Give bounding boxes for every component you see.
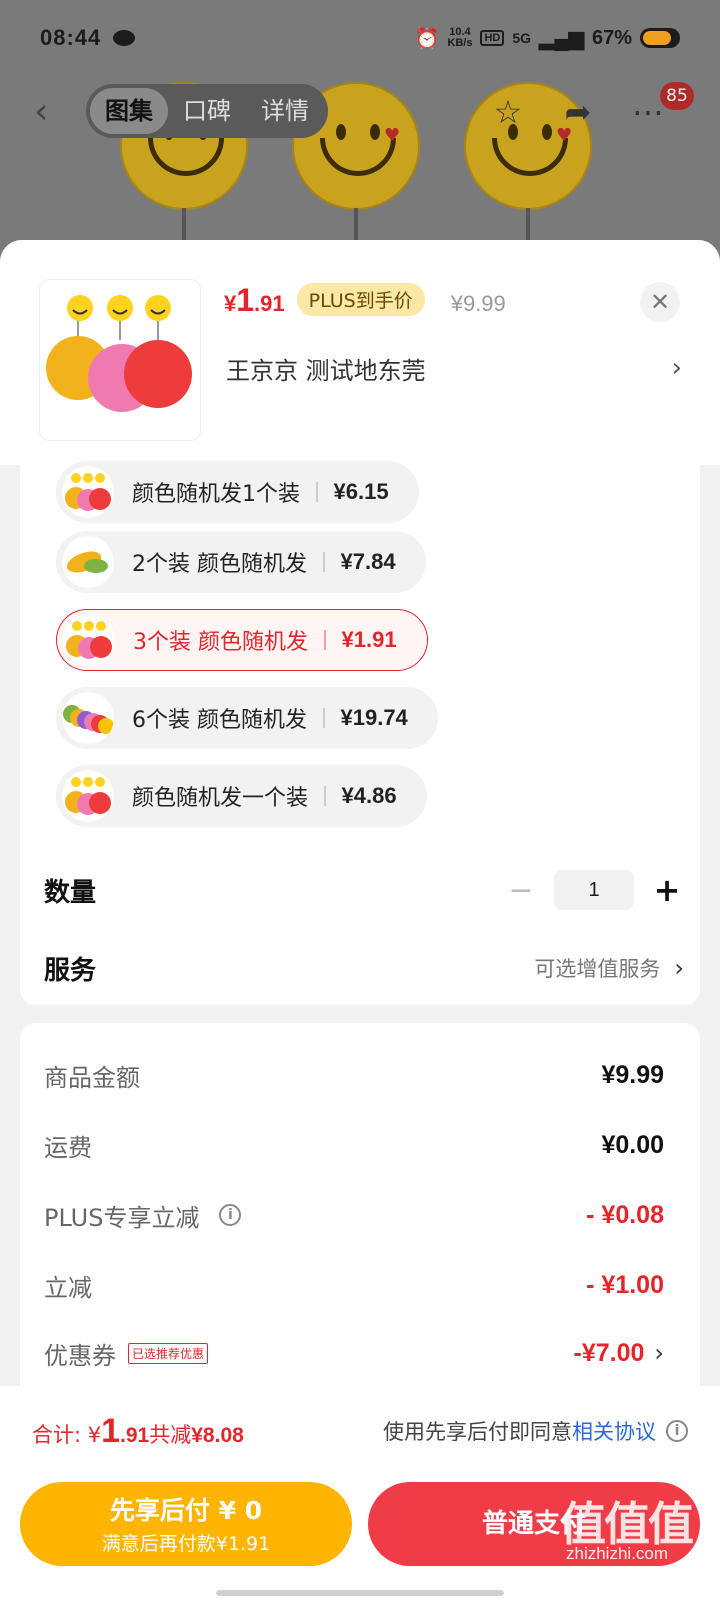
original-price: ¥9.99 bbox=[450, 291, 506, 316]
summary-row-coupon[interactable]: 优惠券 已选推荐优惠 -¥7.00 › bbox=[44, 1331, 664, 1375]
quantity-row: 数量 − 1 + bbox=[44, 865, 684, 915]
battery-percent: 67% bbox=[591, 26, 632, 49]
status-bar: 08:44 ⏰ 10.4 KB/s HD 5G ▂▄▆ 67% bbox=[0, 0, 720, 76]
tab-reviews[interactable]: 口碑 bbox=[168, 88, 246, 134]
chevron-right-icon: › bbox=[674, 954, 684, 982]
variant-panel: 颜色随机发1个装 ¥6.15 2个装 颜色随机发 ¥7.84 3个装 颜色随机发… bbox=[20, 461, 700, 1005]
pay-bar: 先享后付 ¥ 0 满意后再付款¥1.91 普通支付 值值值 zhizhizhi.… bbox=[0, 1476, 720, 1600]
network-speed: 10.4 KB/s bbox=[447, 26, 473, 49]
address-selector[interactable]: 王京京 测试地东莞 › bbox=[226, 348, 682, 388]
signal-5g-icon: 5G bbox=[512, 30, 532, 46]
service-row[interactable]: 服务 可选增值服务 › bbox=[44, 943, 684, 993]
summary-row-goods: 商品金额 ¥9.99 bbox=[44, 1060, 664, 1092]
share-icon[interactable]: ➦ bbox=[556, 92, 600, 132]
variant-label: 2个装 颜色随机发 bbox=[132, 552, 307, 577]
tab-gallery[interactable]: 图集 bbox=[90, 88, 168, 134]
current-price: ¥1.91 bbox=[224, 282, 285, 318]
chevron-right-icon: › bbox=[654, 1339, 664, 1367]
alarm-icon: ⏰ bbox=[414, 27, 440, 50]
variant-price: ¥1.91 bbox=[341, 627, 397, 652]
plus-price-badge: PLUS到手价 bbox=[296, 283, 425, 316]
summary-row-shipping: 运费 ¥0.00 bbox=[44, 1130, 664, 1162]
agreement-notice: 使用先享后付即同意 相关协议 i bbox=[383, 1416, 688, 1446]
order-total: 合计: ¥1.91 共减 ¥8.08 bbox=[32, 1411, 244, 1450]
sheet-header: ¥1.91 PLUS到手价 ¥9.99 ✕ 王京京 测试地东莞 › bbox=[0, 240, 720, 465]
quantity-label: 数量 bbox=[44, 877, 97, 908]
signal-bars-icon: ▂▄▆ bbox=[539, 27, 584, 50]
variant-price: ¥7.84 bbox=[340, 549, 396, 574]
total-bar: 合计: ¥1.91 共减 ¥8.08 使用先享后付即同意 相关协议 i bbox=[0, 1386, 720, 1476]
variant-thumbnail bbox=[62, 536, 114, 588]
tab-details[interactable]: 详情 bbox=[246, 88, 324, 134]
message-badge: 85 bbox=[660, 82, 694, 110]
variant-label: 颜色随机发1个装 bbox=[132, 482, 300, 507]
variant-option[interactable]: 6个装 颜色随机发 ¥19.74 bbox=[56, 687, 438, 749]
variant-option[interactable]: 颜色随机发一个装 ¥4.86 bbox=[56, 765, 427, 827]
variant-label: 6个装 颜色随机发 bbox=[132, 708, 307, 733]
info-icon[interactable]: i bbox=[219, 1204, 242, 1226]
product-tabs: 图集 口碑 详情 bbox=[86, 84, 328, 138]
variant-price: ¥4.86 bbox=[341, 783, 397, 808]
variant-thumbnail bbox=[62, 466, 114, 518]
quantity-input[interactable]: 1 bbox=[554, 870, 634, 910]
hd-icon: HD bbox=[480, 30, 505, 46]
chevron-right-icon: › bbox=[671, 353, 682, 383]
variant-thumbnail bbox=[62, 770, 114, 822]
close-button[interactable]: ✕ bbox=[640, 282, 680, 322]
variant-price: ¥6.15 bbox=[333, 479, 389, 504]
coupon-tag: 已选推荐优惠 bbox=[128, 1342, 209, 1364]
variant-price: ¥19.74 bbox=[340, 705, 408, 730]
variant-thumbnail bbox=[63, 614, 115, 666]
pay-later-button[interactable]: 先享后付 ¥ 0 满意后再付款¥1.91 bbox=[20, 1482, 352, 1566]
back-icon[interactable]: ‹ bbox=[34, 92, 70, 132]
service-label: 服务 bbox=[44, 955, 97, 986]
close-icon: ✕ bbox=[649, 288, 671, 316]
agreement-link[interactable]: 相关协议 bbox=[572, 1416, 656, 1446]
favorite-star-icon[interactable]: ☆ bbox=[486, 92, 530, 132]
address-text: 王京京 测试地东莞 bbox=[226, 356, 426, 385]
wechat-icon bbox=[113, 30, 136, 46]
product-thumbnail bbox=[40, 280, 200, 440]
service-hint: 可选增值服务 bbox=[534, 957, 661, 981]
home-indicator[interactable] bbox=[216, 1590, 504, 1596]
variant-option-selected[interactable]: 3个装 颜色随机发 ¥1.91 bbox=[56, 609, 428, 671]
price-row: ¥1.91 PLUS到手价 ¥9.99 bbox=[224, 282, 506, 320]
price-summary: 商品金额 ¥9.99 运费 ¥0.00 PLUS专享立减 i - ¥0.08 立… bbox=[20, 1023, 700, 1443]
summary-row-plus-discount: PLUS专享立减 i - ¥0.08 bbox=[44, 1200, 664, 1232]
summary-row-discount: 立减 - ¥1.00 bbox=[44, 1270, 664, 1302]
variant-thumbnail bbox=[62, 692, 114, 744]
quantity-stepper: − 1 + bbox=[504, 870, 684, 910]
info-icon[interactable]: i bbox=[666, 1420, 688, 1442]
quantity-decrease-button[interactable]: − bbox=[504, 873, 538, 908]
battery-icon bbox=[640, 28, 680, 48]
variant-option[interactable]: 2个装 颜色随机发 ¥7.84 bbox=[56, 531, 426, 593]
variant-label: 3个装 颜色随机发 bbox=[133, 630, 308, 655]
quantity-increase-button[interactable]: + bbox=[650, 871, 684, 909]
watermark-url: zhizhizhi.com bbox=[566, 1544, 669, 1563]
variant-label: 颜色随机发一个装 bbox=[132, 786, 309, 811]
variant-option[interactable]: 颜色随机发1个装 ¥6.15 bbox=[56, 461, 419, 523]
status-time: 08:44 bbox=[40, 25, 102, 50]
